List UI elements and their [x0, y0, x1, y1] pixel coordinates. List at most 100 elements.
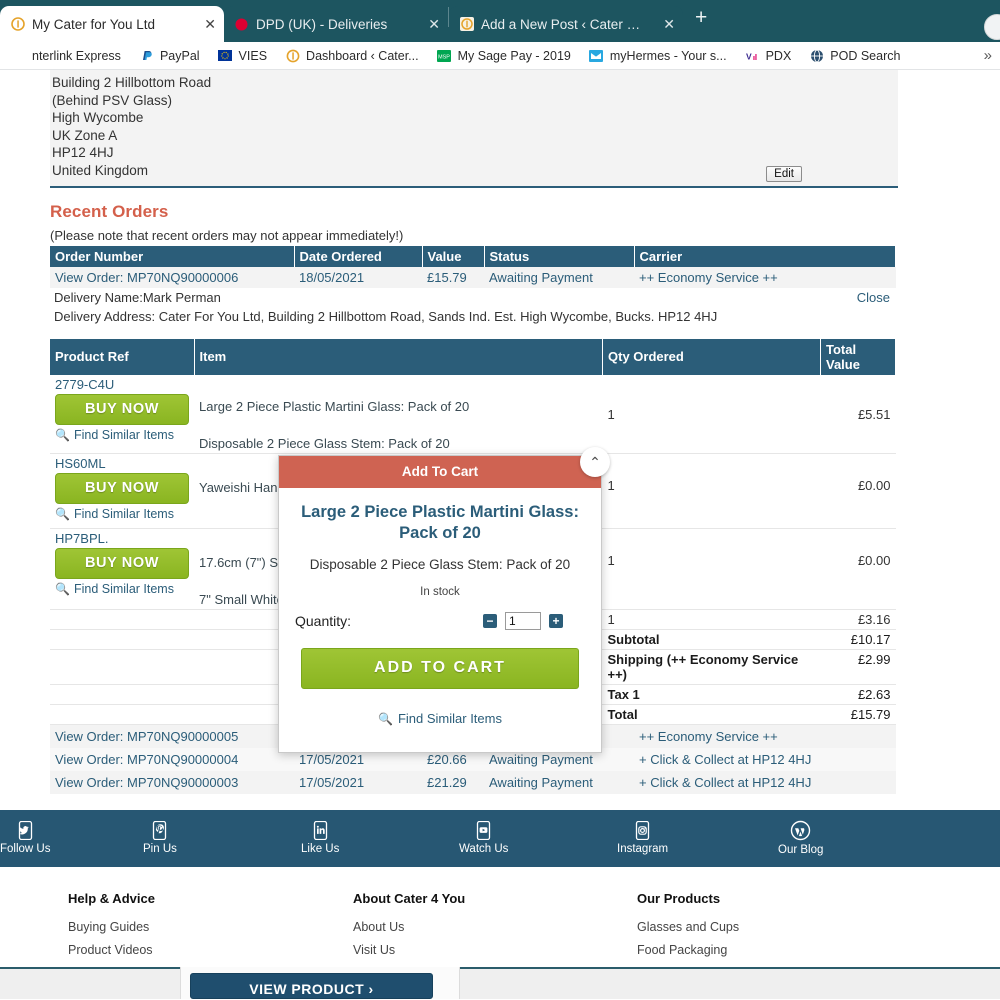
close-icon[interactable]: ✕: [653, 17, 675, 31]
search-icon: 🔍: [378, 711, 393, 726]
view-order-link[interactable]: View Order: MP70NQ90000003: [50, 770, 294, 794]
close-icon[interactable]: ✕: [418, 17, 440, 31]
buy-now-button[interactable]: BUY NOW: [55, 547, 189, 579]
bookmark-pod-search[interactable]: POD Search: [800, 46, 909, 65]
view-product-button[interactable]: VIEW PRODUCT ›: [190, 973, 433, 999]
bookmark-pdx[interactable]: V PDX: [736, 46, 801, 65]
delivery-name: Delivery Name:Mark Perman: [54, 289, 221, 305]
social-label: Our Blog: [778, 844, 824, 857]
footer-link[interactable]: Visit Us: [353, 943, 479, 957]
profile-avatar[interactable]: [984, 14, 1000, 40]
youtube-icon: [475, 821, 492, 841]
buy-now-button[interactable]: BUY NOW: [55, 472, 189, 504]
search-icon: 🔍: [55, 581, 70, 596]
modal-product-subtitle: Disposable 2 Piece Glass Stem: Pack of 2…: [309, 557, 571, 572]
browser-chrome: My Cater for You Ltd ✕ DPD (UK) - Delive…: [0, 0, 1000, 70]
quantity-input[interactable]: [505, 612, 541, 630]
recent-orders-note: (Please note that recent orders may not …: [50, 227, 404, 243]
item-value: £5.51: [820, 374, 896, 454]
bookmarks-overflow-icon[interactable]: »: [984, 47, 998, 64]
footer-link[interactable]: Glasses and Cups: [637, 920, 784, 934]
modal-body: Large 2 Piece Plastic Martini Glass: Pac…: [279, 488, 601, 752]
social-link-follow-us[interactable]: Follow Us: [0, 821, 50, 855]
add-to-cart-modal[interactable]: ⌃ Add To Cart Large 2 Piece Plastic Mart…: [278, 447, 610, 753]
column-order-number: Order Number: [50, 245, 295, 267]
product-ref: 2779-C4U: [55, 376, 115, 392]
close-order-link[interactable]: Close: [857, 290, 890, 305]
column-item: Item: [194, 338, 603, 375]
product-ref: HP7BPL.: [55, 530, 109, 546]
social-link-our-blog[interactable]: Our Blog: [778, 820, 823, 856]
bookmark-myhermes[interactable]: myHermes - Your s...: [580, 46, 736, 65]
order-date: 17/05/2021: [294, 770, 422, 794]
item-value: £0.00: [820, 453, 896, 529]
social-link-pin-us[interactable]: Pin Us: [143, 821, 177, 855]
find-similar-items-link[interactable]: 🔍 Find Similar Items: [55, 507, 189, 521]
browser-tab-3[interactable]: Add a New Post ‹ Cater For You - ✕: [449, 6, 683, 42]
collapse-caret-icon[interactable]: ⌃: [580, 447, 610, 477]
address-line: Building 2 Hillbottom Road: [52, 75, 212, 90]
view-order-link[interactable]: View Order: MP70NQ90000006: [50, 266, 294, 288]
find-similar-items-link[interactable]: 🔍 Find Similar Items: [55, 428, 189, 442]
pod-search-icon: [809, 48, 824, 63]
bookmark-dashboard-cater[interactable]: Dashboard ‹ Cater...: [276, 46, 428, 65]
bookmark-label: POD Search: [830, 48, 901, 63]
items-header-row: Product Ref Item Qty Ordered Total Value: [50, 338, 896, 375]
bookmark-label: PayPal: [159, 48, 200, 63]
social-label: Pin Us: [143, 843, 177, 856]
new-tab-button[interactable]: +: [683, 7, 719, 36]
item-value: £0.00: [820, 528, 896, 610]
edit-address-button[interactable]: Edit: [766, 165, 802, 182]
orders-table: Order Number Date Ordered Value Status C…: [50, 245, 896, 288]
bookmark-vies[interactable]: VIES: [209, 46, 277, 65]
find-similar-label: Find Similar Items: [73, 427, 174, 442]
item-qty: 1: [602, 609, 821, 630]
quantity-increase-button[interactable]: +: [549, 614, 563, 628]
quantity-stepper[interactable]: Quantity: − +: [295, 612, 585, 630]
social-label: Watch Us: [459, 843, 509, 856]
social-link-watch-us[interactable]: Watch Us: [459, 821, 508, 855]
close-icon[interactable]: ✕: [194, 17, 216, 31]
table-row[interactable]: View Order: MP70NQ90000006 18/05/2021 £1…: [50, 266, 896, 288]
item-qty: 1: [602, 528, 821, 610]
cater-logo-icon: [10, 17, 25, 32]
summary-label: Shipping (++ Economy Service ++): [602, 649, 821, 685]
item-qty: 1: [602, 453, 821, 529]
wordpress-icon: [790, 820, 811, 841]
svg-text:V: V: [746, 51, 752, 61]
item-ref-cell: 2779-C4U BUY NOW 🔍 Find Similar Items: [50, 374, 194, 454]
paypal-icon: [139, 48, 154, 63]
delivery-details: Delivery Name:Mark Perman Close Delivery…: [50, 288, 896, 326]
buy-now-button[interactable]: BUY NOW: [55, 393, 189, 425]
bookmark-interlink-express[interactable]: nterlink Express: [2, 46, 130, 65]
browser-tab-1[interactable]: My Cater for You Ltd ✕: [0, 6, 224, 42]
footer-link[interactable]: Buying Guides: [68, 920, 176, 934]
view-order-link[interactable]: View Order: MP70NQ90000004: [50, 747, 294, 771]
find-similar-items-link[interactable]: 🔍 Find Similar Items: [55, 582, 189, 596]
social-bar: Follow Us Pin Us Like Us Watch Us Instag…: [0, 809, 1000, 867]
summary-value: £2.99: [820, 648, 896, 685]
bookmark-label: Dashboard ‹ Cater...: [306, 48, 419, 63]
billing-address-block: Building 2 Hillbottom Road (Behind PSV G…: [50, 70, 898, 188]
footer-link[interactable]: Product Videos: [68, 943, 176, 957]
table-row[interactable]: View Order: MP70NQ90000003 17/05/2021 £2…: [50, 770, 896, 794]
quantity-decrease-button[interactable]: −: [483, 614, 497, 628]
social-link-instagram[interactable]: Instagram: [617, 821, 668, 855]
view-order-link[interactable]: View Order: MP70NQ90000005: [50, 724, 294, 748]
footer-link[interactable]: About Us: [353, 920, 479, 934]
address-line: (Behind PSV Glass): [52, 92, 173, 108]
bookmark-paypal[interactable]: PayPal: [130, 46, 209, 65]
page-title: Recent Orders: [50, 201, 169, 221]
bookmark-label: My Sage Pay - 2019: [457, 48, 571, 63]
twitter-icon: [17, 821, 34, 841]
search-icon: 🔍: [55, 427, 70, 442]
interlink-icon: [11, 48, 26, 63]
modal-find-similar-link[interactable]: 🔍 Find Similar Items: [295, 711, 585, 726]
social-link-like-us[interactable]: Like Us: [301, 821, 339, 855]
pinterest-icon: [151, 821, 168, 841]
browser-tab-2[interactable]: DPD (UK) - Deliveries ✕: [224, 6, 448, 42]
find-similar-label: Find Similar Items: [397, 711, 502, 726]
bookmark-my-sage-pay[interactable]: MSP My Sage Pay - 2019: [428, 46, 580, 65]
add-to-cart-button[interactable]: ADD TO CART: [301, 648, 579, 689]
footer-link[interactable]: Food Packaging: [637, 943, 784, 957]
